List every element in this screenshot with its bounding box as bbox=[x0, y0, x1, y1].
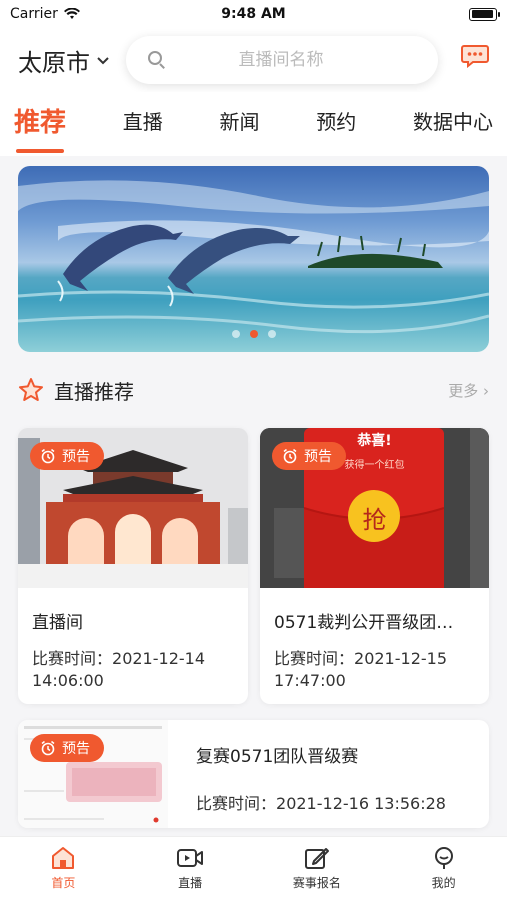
nav-profile[interactable]: 我的 bbox=[404, 846, 484, 891]
time-label: 比赛时间： bbox=[274, 649, 355, 668]
card-time: 比赛时间：2021-12-14 14:06:00 bbox=[32, 648, 232, 692]
nav-label: 首页 bbox=[51, 876, 76, 890]
user-icon bbox=[434, 847, 453, 869]
wifi-icon bbox=[63, 8, 80, 19]
video-icon bbox=[177, 849, 204, 867]
tab-live[interactable]: 直播 bbox=[123, 106, 163, 143]
alarm-clock-icon bbox=[283, 448, 297, 464]
search-input[interactable] bbox=[166, 50, 396, 70]
tab-news[interactable]: 新闻 bbox=[219, 106, 259, 143]
home-icon bbox=[52, 847, 75, 869]
card-title: 直播间 bbox=[32, 613, 83, 633]
nav-live[interactable]: 直播 bbox=[150, 846, 230, 891]
card-time: 比赛时间：2021-12-16 13:56:28 bbox=[196, 790, 446, 814]
section-title: 直播推荐 bbox=[54, 379, 134, 404]
city-label: 太原市 bbox=[18, 48, 90, 77]
badge-label: 预告 bbox=[304, 449, 332, 465]
message-icon[interactable] bbox=[461, 44, 489, 68]
banner-carousel[interactable] bbox=[18, 166, 489, 352]
carrier-label: Carrier bbox=[10, 6, 58, 22]
tab-recommend[interactable]: 推荐 bbox=[14, 102, 66, 147]
tab-data-center[interactable]: 数据中心 bbox=[413, 106, 493, 143]
preview-badge: 预告 bbox=[30, 734, 104, 762]
time-value: 2021-12-16 13:56:28 bbox=[276, 794, 446, 813]
nav-label: 我的 bbox=[431, 876, 456, 890]
nav-label: 赛事报名 bbox=[292, 876, 341, 890]
star-icon bbox=[19, 378, 43, 401]
time-label: 比赛时间： bbox=[32, 649, 113, 668]
redpacket-grab: 抢 bbox=[362, 506, 387, 534]
search-icon bbox=[148, 51, 166, 69]
status-bar: Carrier 9:48 AM bbox=[0, 0, 507, 28]
alarm-clock-icon bbox=[41, 448, 55, 464]
card-title: 复赛0571团队晋级赛 bbox=[196, 747, 359, 767]
header: 太原市 bbox=[0, 28, 507, 92]
card-time: 比赛时间：2021-12-15 17:47:00 bbox=[274, 648, 474, 692]
chevron-down-icon bbox=[97, 57, 109, 65]
search-bar[interactable] bbox=[126, 36, 438, 84]
preview-badge: 预告 bbox=[272, 442, 346, 470]
tab-bar: 推荐 直播 新闻 预约 数据中心 bbox=[0, 92, 507, 156]
nav-registration[interactable]: 赛事报名 bbox=[277, 846, 357, 891]
edit-icon bbox=[304, 848, 329, 869]
live-card[interactable]: 恭喜! 获得一个红包 抢 预告 0571裁判公开晋级团… 比赛时间：2021-1… bbox=[260, 428, 489, 704]
more-link[interactable]: 更多 › bbox=[448, 380, 489, 401]
badge-label: 预告 bbox=[62, 741, 90, 757]
tab-booking[interactable]: 预约 bbox=[316, 106, 356, 143]
card-title: 0571裁判公开晋级团… bbox=[274, 613, 454, 633]
clock-time: 9:48 AM bbox=[221, 6, 286, 22]
carousel-dot-active[interactable] bbox=[249, 330, 258, 338]
alarm-clock-icon bbox=[41, 740, 55, 756]
battery-icon bbox=[469, 7, 500, 21]
live-card[interactable]: 预告 直播间 比赛时间：2021-12-14 14:06:00 bbox=[18, 428, 248, 704]
badge-label: 预告 bbox=[62, 449, 90, 465]
carousel-dot[interactable] bbox=[267, 330, 276, 338]
nav-label: 直播 bbox=[178, 876, 203, 890]
carousel-dot[interactable] bbox=[231, 330, 240, 338]
carousel-dots bbox=[231, 330, 276, 338]
nav-home[interactable]: 首页 bbox=[23, 846, 103, 891]
time-label: 比赛时间： bbox=[196, 794, 277, 813]
live-recommend-header: 直播推荐 更多 › bbox=[18, 370, 489, 410]
preview-badge: 预告 bbox=[30, 442, 104, 470]
city-selector[interactable]: 太原市 bbox=[18, 43, 110, 78]
bottom-nav: 首页 直播 赛事报名 我的 bbox=[0, 836, 507, 900]
status-left: Carrier bbox=[10, 6, 80, 22]
banner-image bbox=[18, 180, 489, 334]
live-card-wide[interactable]: 预告 复赛0571团队晋级赛 比赛时间：2021-12-16 13:56:28 bbox=[18, 720, 489, 828]
